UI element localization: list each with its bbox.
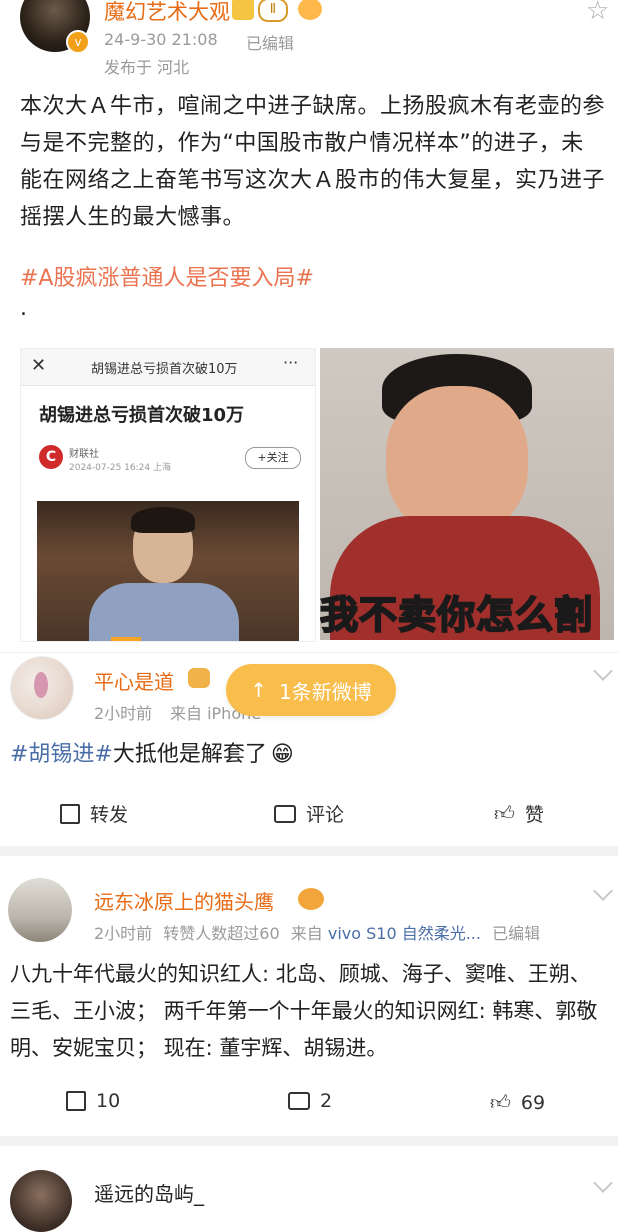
comment-count: 2 [320, 1090, 333, 1112]
repost-button[interactable]: 转发 [60, 800, 128, 827]
repost-icon [66, 1091, 86, 1111]
follow-button: +关注 [245, 447, 301, 469]
comment-time: 2小时前 [94, 924, 153, 943]
image-header-title: 胡锡进总亏损首次破10万 [91, 362, 238, 377]
comment-time: 2小时前 [94, 704, 153, 723]
chevron-down-icon[interactable] [593, 661, 613, 681]
post-dot: . [20, 296, 27, 321]
post-hashtag[interactable]: #A股疯涨普通人是否要入局# [20, 260, 314, 292]
arrow-up-icon: ↑ [250, 678, 268, 702]
source-time: 2024-07-25 16:24 上海 [69, 463, 171, 473]
comment-button[interactable]: 2 [288, 1090, 332, 1112]
level-badge-icon [232, 0, 254, 20]
source-name: 财联社 [69, 449, 99, 460]
post-image-article[interactable]: ✕ 胡锡进总亏损首次破10万 ··· 胡锡进总亏损首次破10万 C 财联社 20… [20, 348, 316, 642]
comment-meta: 2小时前 转赞人数超过60 来自 vivo S10 自然柔光... 已编辑 [94, 920, 540, 944]
crown-badge-icon [188, 668, 210, 688]
source-logo-icon: C [39, 445, 63, 469]
like-button[interactable]: 👍︎ 赞 [494, 800, 544, 827]
new-posts-label: 1条新微博 [279, 679, 372, 704]
comment-body: 大抵他是解套了 [112, 742, 267, 767]
comment-stats: 转赞人数超过60 [163, 924, 280, 943]
flower-icon [34, 672, 48, 698]
comment-icon [274, 804, 296, 823]
commenter-name[interactable]: 遥远的岛屿_ [94, 1178, 204, 1207]
new-posts-pill[interactable]: ↑ 1条新微博 [226, 664, 396, 716]
more-icon: ··· [283, 353, 299, 372]
commenter-avatar[interactable] [8, 878, 72, 942]
comment-icon [288, 1092, 310, 1110]
owl-badge-icon [298, 888, 324, 910]
commenter-name[interactable]: 平心是道 [94, 666, 174, 695]
chevron-down-icon[interactable] [593, 881, 613, 901]
commenter-name[interactable]: 远东冰原上的猫头鹰 [94, 886, 274, 915]
comment-button[interactable]: 评论 [274, 800, 344, 827]
thumbs-up-icon: 👍︎ [490, 1090, 511, 1114]
post-time: 24-9-30 21:08 [104, 30, 218, 49]
like-button[interactable]: 👍︎ 69 [490, 1090, 545, 1115]
person-hair [131, 507, 195, 533]
post-image-meme[interactable]: 我不卖你怎么割 [320, 348, 614, 640]
author-name[interactable]: 魔幻艺术大观 [104, 0, 230, 26]
source-prefix: 来自 [290, 924, 323, 943]
post-body: 本次大Ａ牛市，喧闹之中进子缺席。上扬股疯木有老壶的参与是不完整的，作为“中国股市… [20, 94, 606, 230]
verified-badge-icon: v [66, 30, 90, 54]
edited-label: 已编辑 [246, 34, 295, 53]
comment-hashtag[interactable]: #胡锡进# [10, 742, 113, 767]
thumbs-up-icon: 👍︎ [494, 801, 515, 825]
person-body [89, 583, 239, 641]
chevron-down-icon[interactable] [593, 1173, 613, 1193]
fan-badge-icon [298, 0, 322, 20]
repost-icon [60, 803, 80, 824]
comment-text: #胡锡进#大抵他是解套了 😁 [10, 736, 294, 768]
edited-label: 已编辑 [492, 924, 541, 943]
close-icon: ✕ [31, 355, 47, 376]
article-video-thumb [37, 501, 299, 641]
article-title: 胡锡进总亏损首次破10万 [39, 405, 245, 426]
like-label: 赞 [524, 804, 544, 826]
grin-emoji: 😁 [270, 742, 294, 767]
commenter-avatar[interactable] [10, 1170, 72, 1232]
comment-source[interactable]: vivo S10 自然柔光... [328, 924, 481, 943]
meme-caption: 我不卖你怎么割 [320, 592, 594, 638]
star-icon[interactable]: ☆ [586, 0, 609, 26]
post-location: 发布于 河北 [104, 58, 190, 77]
progress-bar [111, 637, 141, 641]
repost-count: 10 [96, 1090, 121, 1112]
like-count: 69 [520, 1091, 546, 1114]
repost-button[interactable]: 10 [66, 1090, 120, 1112]
meme-face [386, 386, 528, 536]
section-separator [0, 846, 618, 856]
section-separator [0, 1136, 618, 1146]
level-badge: Ⅱ [258, 0, 288, 22]
comment-label: 评论 [306, 804, 345, 826]
repost-label: 转发 [90, 804, 129, 826]
divider [0, 652, 618, 653]
comment-body: 八九十年代最火的知识红人: 北岛、顾城、海子、窦唯、王朔、三毛、王小波； 两千年… [10, 962, 598, 1060]
